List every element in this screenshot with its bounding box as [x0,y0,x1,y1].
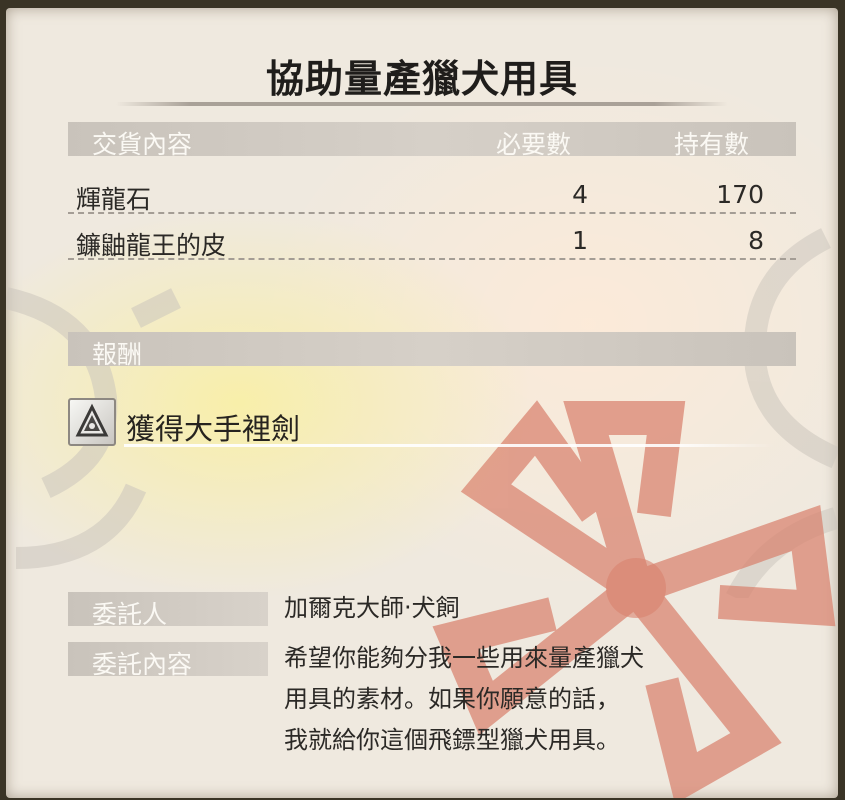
quest-title: 協助量產獵犬用具 [265,57,578,101]
reward-underline [124,444,774,447]
owned-count: 8 [748,226,764,255]
request-line: 希望你能夠分我一些用來量產獵犬 [284,644,644,672]
reward-header: 報酬 [68,332,796,369]
request-line: 用具的素材。如果你願意的話， [284,685,620,713]
client-name: 加爾克大師‧犬飼 [284,594,460,622]
request-line: 我就給你這個飛鏢型獵犬用具。 [284,726,620,754]
requirement-row: 鐮鼬龍王的皮 1 8 [68,218,796,262]
request-description: 希望你能夠分我一些用來量產獵犬 用具的素材。如果你願意的話， 我就給你這個飛鏢型… [284,638,644,761]
reward-item-name: 獲得大手裡劍 [126,412,301,446]
title-divider [116,102,728,106]
header-owned: 持有數 [674,130,750,159]
requirements-header: 交貨內容 必要數 持有數 [68,122,796,159]
quest-panel: 協助量產獵犬用具 交貨內容 必要數 持有數 輝龍石 4 170 鐮鼬龍王的皮 1… [6,8,838,798]
gray-emblem-right-decoration [726,228,838,598]
material-name: 輝龍石 [76,185,152,214]
row-divider [68,212,796,214]
client-label: 委託人 [92,600,168,629]
material-name: 鐮鼬龍王的皮 [76,231,227,260]
row-divider [68,258,796,260]
request-label-tag: 委託內容 [68,642,268,679]
requirement-row: 輝龍石 4 170 [68,172,796,216]
required-count: 4 [572,180,588,209]
owned-count: 170 [716,180,764,209]
shuriken-icon [68,398,116,446]
request-label: 委託內容 [92,650,193,679]
header-item: 交貨內容 [92,130,193,159]
header-required: 必要數 [496,130,572,159]
required-count: 1 [572,226,588,255]
client-label-tag: 委託人 [68,592,268,629]
reward-header-label: 報酬 [92,340,143,369]
